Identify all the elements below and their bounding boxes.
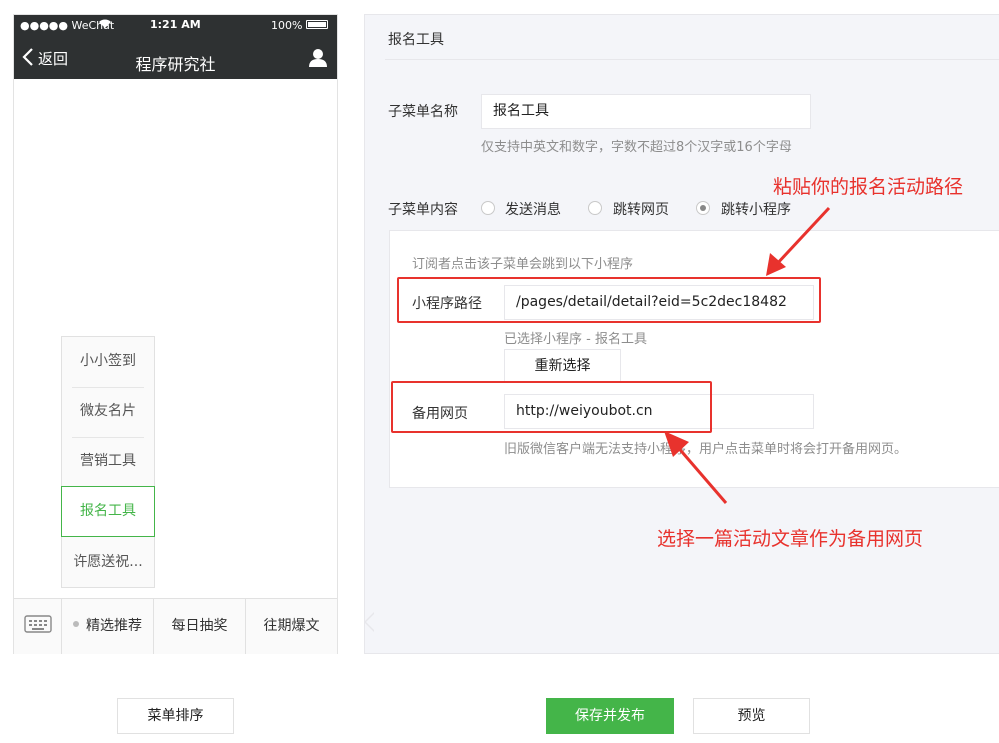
annotation-arrows [664,206,831,504]
arrow-to-backup-icon [664,431,728,504]
save-publish-button[interactable]: 保存并发布 [546,698,674,734]
menu-sort-button[interactable]: 菜单排序 [117,698,234,734]
arrow-to-path-icon [766,206,831,276]
preview-button[interactable]: 预览 [693,698,810,734]
